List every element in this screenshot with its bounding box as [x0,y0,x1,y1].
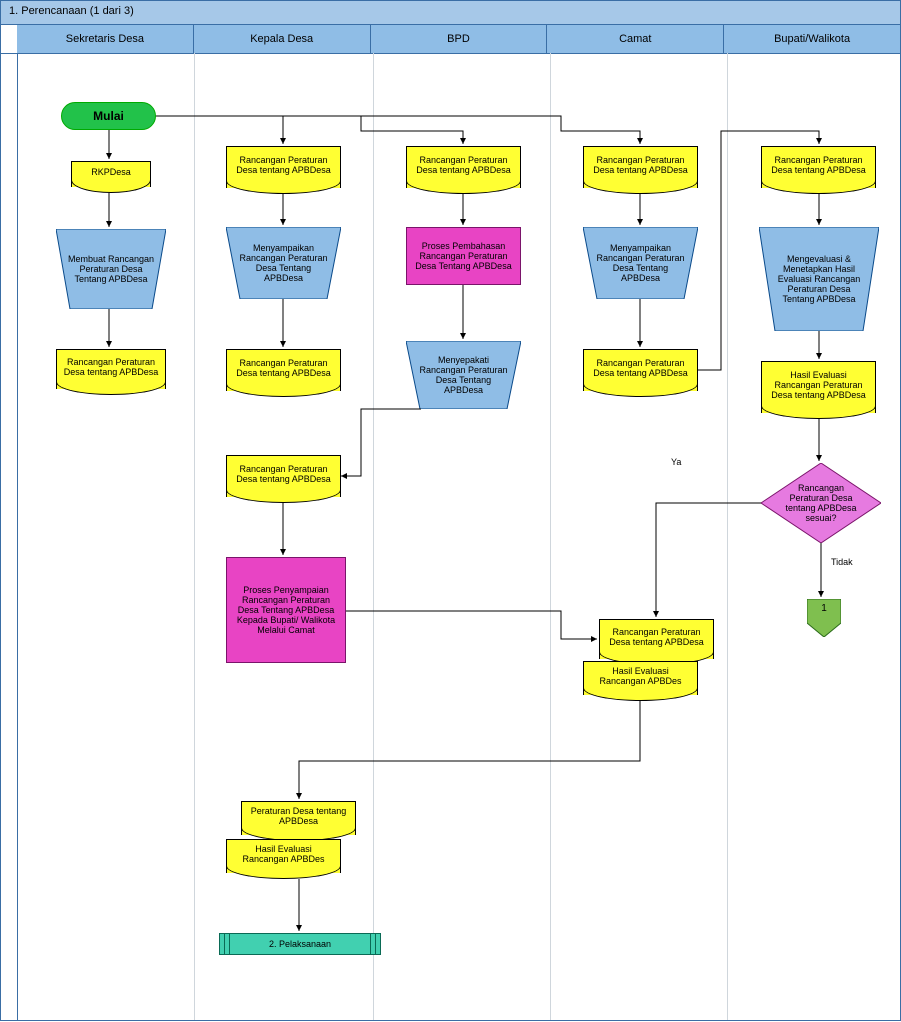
doc-rancangan-kep3: Rancangan Peraturan Desa tentang APBDesa [226,455,341,497]
lane-header-kepala: Kepala Desa [193,25,370,53]
doc-hasil-bup: Hasil Evaluasi Rancangan Peraturan Desa … [761,361,876,413]
process-menyepakati-bpd: Menyepakati Rancangan Peraturan Desa Ten… [406,341,521,409]
process-menyampaikan-kep: Menyampaikan Rancangan Peraturan Desa Te… [226,227,341,299]
decision-yes-label: Ya [671,457,681,467]
lane-divider [373,53,374,1020]
lane-header-bupati: Bupati/Walikota [723,25,900,53]
lane-header-camat: Camat [546,25,723,53]
doc-peraturan-kep: Peraturan Desa tentang APBDesa [241,801,356,835]
doc-rkpdesa: RKPDesa [71,161,151,187]
process-mengevaluasi-bup: Mengevaluasi & Menetapkan Hasil Evaluasi… [759,227,879,331]
doc-rancangan-cam3: Rancangan Peraturan Desa tentang APBDesa [599,619,714,659]
doc-hasil-cam: Hasil Evaluasi Rancangan APBDes [583,661,698,695]
doc-rancangan-kep2: Rancangan Peraturan Desa tentang APBDesa [226,349,341,391]
process-membuat-rancangan: Membuat Rancangan Peraturan Desa Tentang… [56,229,166,309]
doc-hasil-kep: Hasil Evaluasi Rancangan APBDes [226,839,341,873]
offpage-connector: 1 [807,599,841,637]
doc-rancangan-cam2: Rancangan Peraturan Desa tentang APBDesa [583,349,698,391]
diagram-title: 1. Perencanaan (1 dari 3) [1,1,900,25]
swimlane-diagram: 1. Perencanaan (1 dari 3) 1 Sekretaris D… [0,0,901,1021]
lane-headers: Sekretaris Desa Kepala Desa BPD Camat Bu… [1,25,900,54]
doc-rancangan-bup: Rancangan Peraturan Desa tentang APBDesa [761,146,876,188]
doc-rancangan-kep1: Rancangan Peraturan Desa tentang APBDesa [226,146,341,188]
process-menyampaikan-cam: Menyampaikan Rancangan Peraturan Desa Te… [583,227,698,299]
lane-header-sekretaris: Sekretaris Desa [17,25,193,53]
decision-no-label: Tidak [831,557,853,567]
doc-rancangan-bpd: Rancangan Peraturan Desa tentang APBDesa [406,146,521,188]
lane-divider [550,53,551,1020]
process-penyampaian-camat: Proses Penyampaian Rancangan Peraturan D… [226,557,346,663]
decision-sesuai: Rancangan Peraturan Desa tentang APBDesa… [761,463,881,543]
terminator-start: Mulai [61,102,156,130]
lane-divider [194,53,195,1020]
lane-header-bpd: BPD [370,25,547,53]
lane-divider [727,53,728,1020]
process-pembahasan-bpd: Proses Pembahasan Rancangan Peraturan De… [406,227,521,285]
subprocess-pelaksanaan: 2. Pelaksanaan [219,933,381,955]
doc-rancangan-cam1: Rancangan Peraturan Desa tentang APBDesa [583,146,698,188]
doc-rancangan-sek: Rancangan Peraturan Desa tentang APBDesa [56,349,166,389]
row-sidebar: 1 [1,25,18,1020]
